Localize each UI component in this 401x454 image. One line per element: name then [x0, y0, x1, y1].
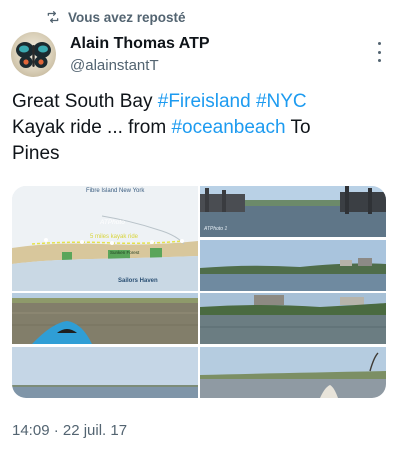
author-block[interactable]: Alain Thomas ATP @alainstantT	[70, 34, 210, 76]
photo-shoreline-houses[interactable]	[200, 239, 386, 291]
dot	[377, 59, 381, 62]
map-route-label: 5 miles kayak ride	[90, 234, 139, 240]
dot	[377, 42, 381, 45]
map-sailors-label: Sailors Haven	[118, 278, 158, 284]
more-options-icon[interactable]	[375, 42, 383, 62]
hashtag-fireisland[interactable]: #Fireisland	[158, 91, 251, 112]
tweet-text-part: Pines	[12, 143, 60, 164]
tweet-text-part: Kayak ride ... from	[12, 117, 172, 138]
photo-grassy-shore[interactable]	[200, 293, 386, 345]
photo1-watermark: ATPhoto 1	[204, 226, 228, 232]
repost-icon	[46, 10, 60, 24]
butterfly-avatar-icon	[16, 42, 51, 68]
hashtag-nyc[interactable]: #NYC	[256, 91, 307, 112]
photo-water-kayak[interactable]	[200, 347, 386, 398]
avatar[interactable]	[11, 32, 56, 77]
photo-dock[interactable]: ATPhoto 1	[200, 186, 386, 237]
hashtag-oceanbeach[interactable]: #oceanbeach	[171, 117, 285, 138]
photo-kayak-bay[interactable]	[12, 293, 198, 345]
map-title: Fibre Island New York	[86, 188, 145, 194]
dot	[377, 50, 381, 54]
map-watermark: ATPhoto	[100, 219, 125, 226]
map-image[interactable]: Fibre Island New York ATPhoto 5 miles ka…	[12, 186, 198, 291]
repost-indicator[interactable]: Vous avez reposté	[46, 7, 186, 27]
author-handle[interactable]: @alainstantT	[70, 56, 210, 76]
author-name[interactable]: Alain Thomas ATP	[70, 34, 210, 54]
map-sunken-label: Sunken Forest	[110, 250, 140, 255]
tweet-text: Great South Bay #Fireisland #NYC Kayak r…	[12, 89, 387, 167]
photo-open-water[interactable]	[12, 347, 198, 398]
tweet-text-part: Great South Bay	[12, 91, 158, 112]
timestamp[interactable]: 14:09 · 22 juil. 17	[12, 422, 127, 439]
repost-label: Vous avez reposté	[68, 9, 186, 25]
tweet-text-part: To	[285, 117, 311, 138]
media-grid: Fibre Island New York ATPhoto 5 miles ka…	[12, 186, 386, 398]
